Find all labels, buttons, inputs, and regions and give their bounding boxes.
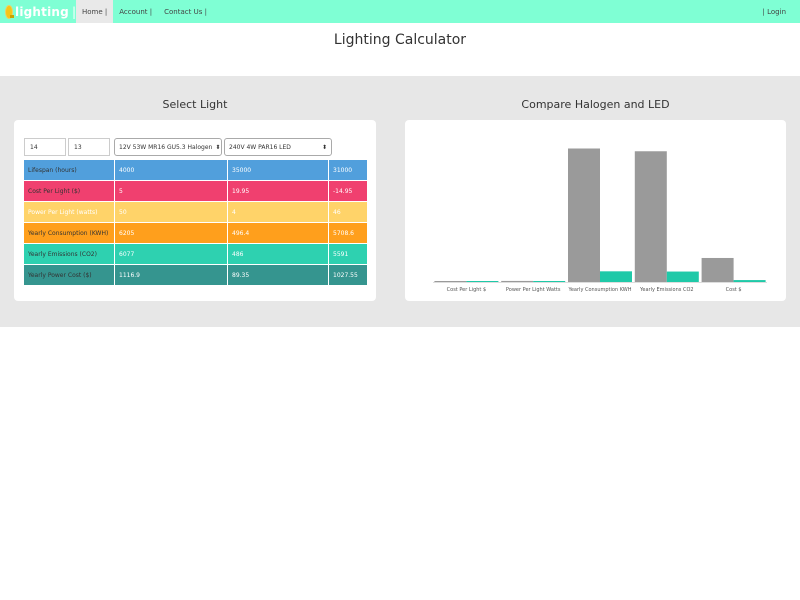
row-label: Yearly Consumption (KWH) (24, 223, 114, 243)
row-label: Lifespan (hours) (24, 160, 114, 180)
row-label: Cost Per Light ($) (24, 181, 114, 201)
x-tick-label: Yearly Emissions CO2 (639, 287, 694, 293)
brand-logo[interactable]: lighting | (0, 0, 76, 23)
row-label: Yearly Power Cost ($) (24, 265, 114, 285)
led-value: 486 (227, 244, 243, 264)
led-select-value: 240V 4W PAR16 LED (229, 143, 291, 151)
table-row: Power Per Light (watts) 50 4 46 (24, 202, 367, 222)
nav-contact-us[interactable]: Contact Us | (158, 0, 213, 23)
chart-bar (600, 271, 632, 282)
halogen-select[interactable]: 12V 53W MR16 GU5.3 Halogen ⬍ (114, 138, 222, 156)
chart-bar (666, 271, 699, 282)
select-light-card: 12V 53W MR16 GU5.3 Halogen ⬍ 240V 4W PAR… (14, 120, 376, 301)
halogen-value: 1116.9 89.35 (114, 265, 328, 285)
x-tick-label: Yearly Consumption KWH (567, 287, 631, 293)
led-value: 496.4 (227, 223, 249, 243)
halogen-value: 4000 35000 (114, 160, 328, 180)
chart-bar (568, 148, 600, 282)
table-row: Cost Per Light ($) 5 19.95 -14.95 (24, 181, 367, 201)
led-value: 4 (227, 202, 236, 222)
row-label: Yearly Emissions (CO2) (24, 244, 114, 264)
difference-value: 46 (328, 202, 367, 222)
led-select[interactable]: 240V 4W PAR16 LED ⬍ (224, 138, 332, 156)
table-row: Yearly Power Cost ($) 1116.9 89.35 1027.5… (24, 265, 367, 285)
halogen-select-value: 12V 53W MR16 GU5.3 Halogen (119, 143, 213, 151)
select-chevron-icon: ⬍ (321, 143, 327, 151)
halogen-value: 6205 496.4 (114, 223, 328, 243)
table-row: Lifespan (hours) 4000 35000 31000 (24, 160, 367, 180)
nav-account[interactable]: Account | (113, 0, 158, 23)
nav-login[interactable]: | Login (763, 0, 786, 23)
brand-name: lighting (15, 4, 69, 19)
calculator-section: Select Light Compare Halogen and LED 12V… (0, 76, 800, 327)
lightbulb-icon (6, 5, 14, 18)
chart-bar (434, 281, 467, 282)
row-label: Power Per Light (watts) (24, 202, 114, 222)
table-row: Yearly Consumption (KWH) 6205 496.4 5708.… (24, 223, 367, 243)
chart-bar (634, 151, 667, 282)
difference-value: 31000 (328, 160, 367, 180)
led-value: 35000 (227, 160, 251, 180)
quantity-input-1[interactable] (24, 138, 66, 156)
table-row: Yearly Emissions (CO2) 6077 486 5591 (24, 244, 367, 264)
chart-bar (733, 280, 766, 282)
halogen-value: 6077 486 (114, 244, 328, 264)
difference-value: -14.95 (328, 181, 367, 201)
led-value: 19.95 (227, 181, 249, 201)
difference-value: 5591 (328, 244, 367, 264)
compare-chart-card: Cost Per Light $ Power Per Light Watts Yea… (405, 120, 786, 301)
chart-bar (533, 281, 566, 282)
led-value: 89.35 (227, 265, 249, 285)
comparison-bar-chart: Cost Per Light $ Power Per Light Watts Yea… (433, 148, 767, 293)
chart-bar (501, 280, 534, 282)
chart-bar (701, 257, 734, 282)
halogen-value: 50 4 (114, 202, 328, 222)
difference-value: 1027.55 (328, 265, 367, 285)
light-controls: 12V 53W MR16 GU5.3 Halogen ⬍ 240V 4W PAR… (24, 138, 332, 156)
x-tick-label: Cost $ (726, 287, 742, 293)
compare-title: Compare Halogen and LED (521, 98, 670, 111)
difference-value: 5708.6 (328, 223, 367, 243)
x-tick-label: Cost Per Light $ (447, 287, 487, 293)
comparison-table: Lifespan (hours) 4000 35000 31000 Cost Pe… (24, 160, 367, 286)
halogen-value: 5 19.95 (114, 181, 328, 201)
navbar: lighting | Home | Account | Contact Us |… (0, 0, 800, 23)
chart-bar (466, 281, 499, 282)
nav-home[interactable]: Home | (76, 0, 114, 23)
select-chevron-icon: ⬍ (215, 143, 221, 151)
page-title: Lighting Calculator (333, 32, 467, 48)
select-light-title: Select Light (162, 98, 228, 111)
quantity-input-2[interactable] (68, 138, 110, 156)
x-tick-label: Power Per Light Watts (506, 287, 561, 293)
